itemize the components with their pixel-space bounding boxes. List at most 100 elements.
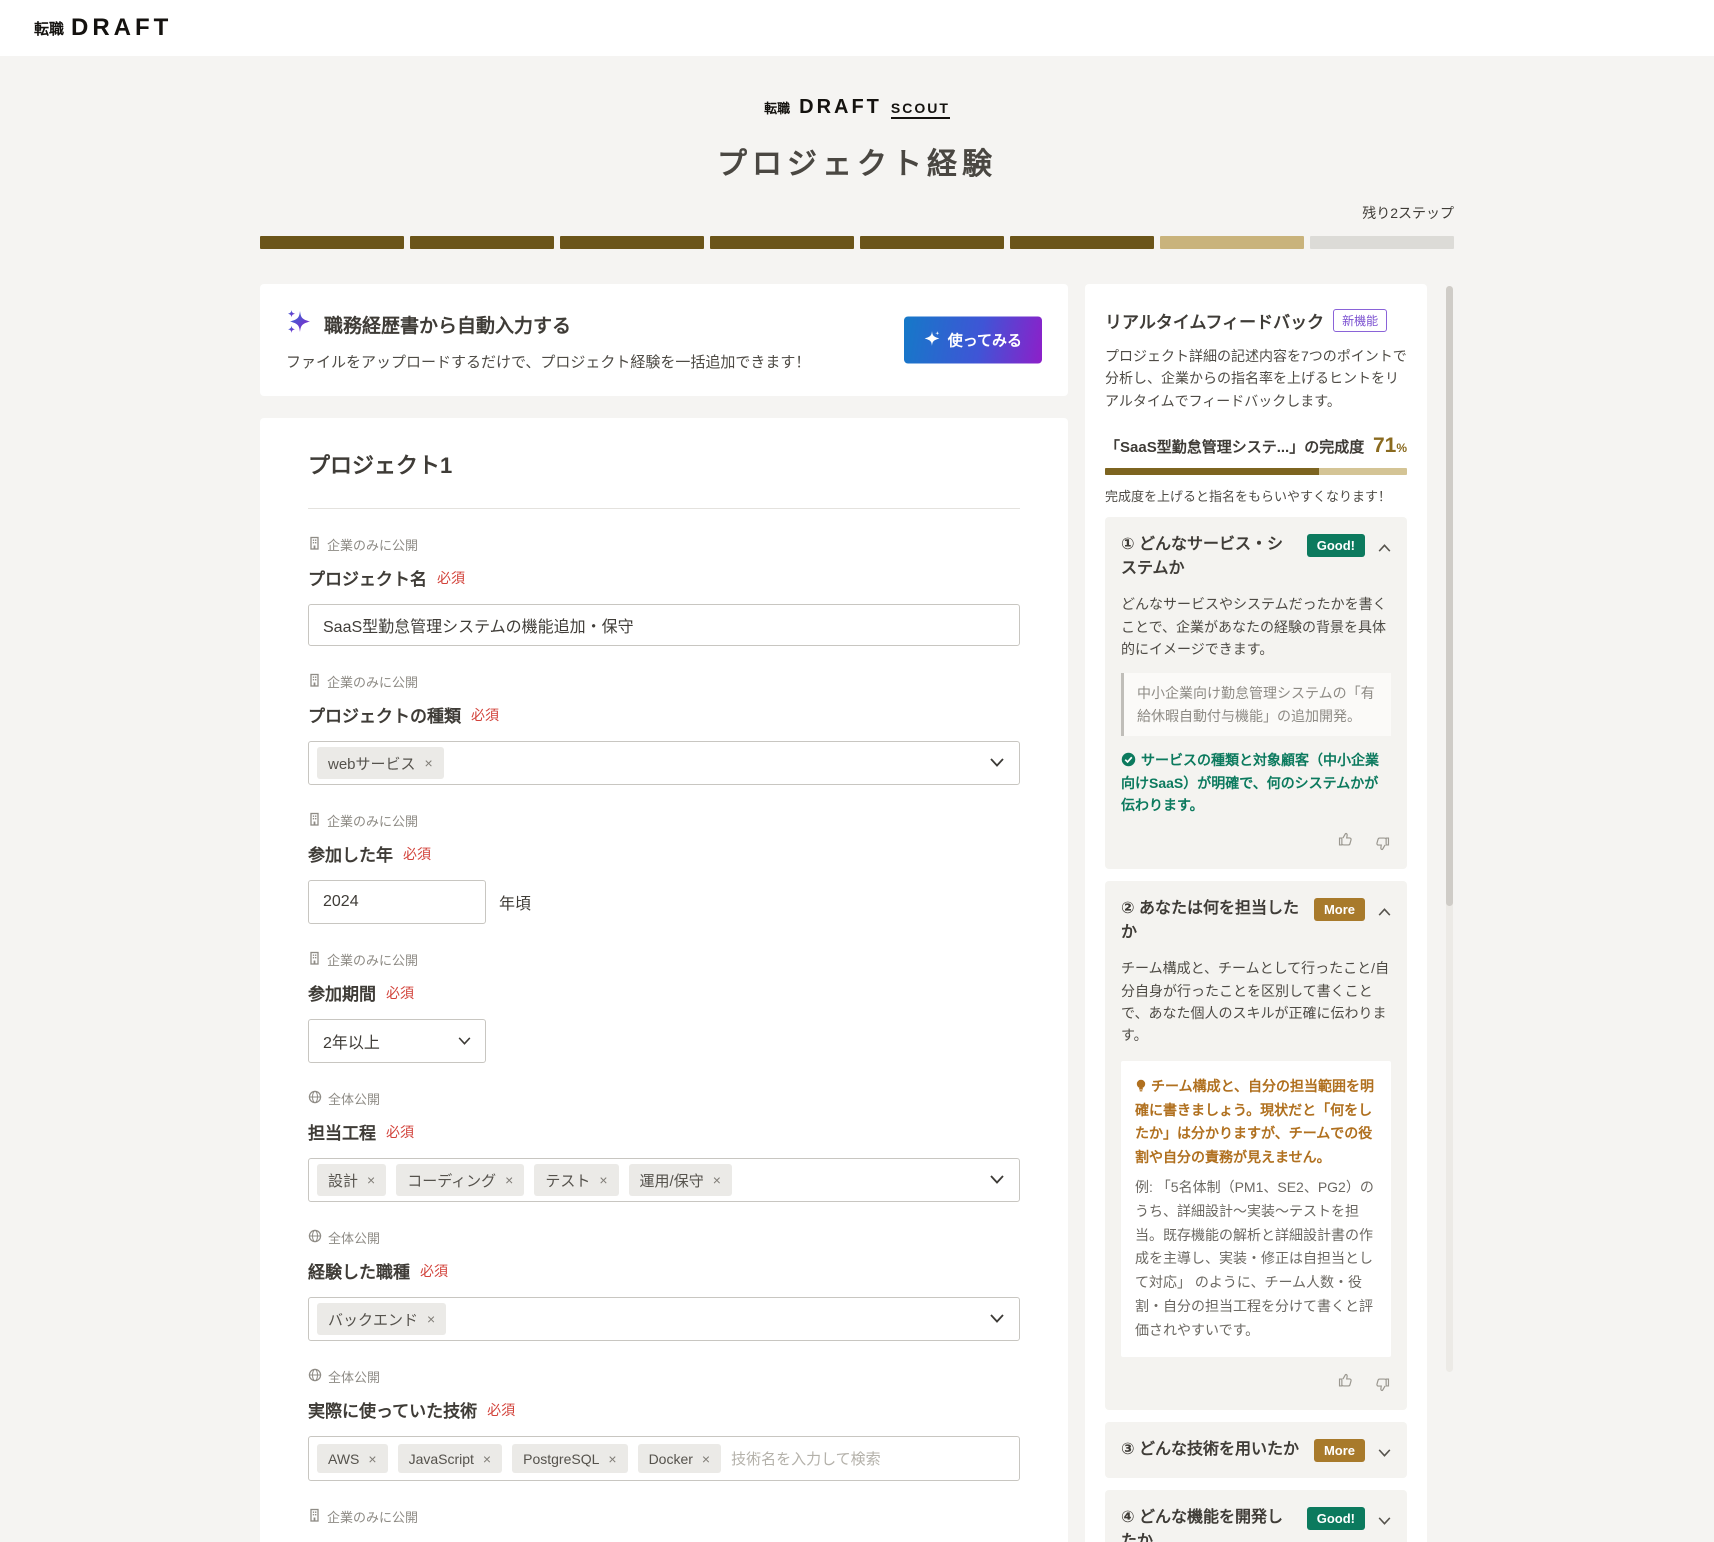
feedback-title: リアルタイムフィードバック: [1105, 313, 1325, 332]
project-form-card: プロジェクト1 企業のみに公開 プロジェクト名 必須 SaaS型勤怠管理システム…: [260, 418, 1068, 1542]
remove-tag-icon[interactable]: ×: [368, 1451, 376, 1467]
remove-tag-icon[interactable]: ×: [425, 755, 433, 771]
join-year-suffix: 年頃: [499, 896, 532, 913]
status-badge: More: [1313, 1438, 1365, 1462]
remove-tag-icon[interactable]: ×: [483, 1451, 491, 1467]
autofill-title: 職務経歴書から自動入力する: [324, 315, 572, 337]
tag-chip: webサービス ×: [317, 747, 444, 779]
feedback-card: リアルタイムフィードバック 新機能 プロジェクト詳細の記述内容を7つのポイントで…: [1085, 284, 1427, 1542]
section-title: ① どんなサービス・システムか: [1121, 536, 1283, 578]
roles-select[interactable]: バックエンド ×: [308, 1297, 1020, 1341]
thumbs-down-icon[interactable]: [1373, 830, 1391, 853]
technologies-input[interactable]: AWS × JavaScript × PostgreSQL × Docker × 技術名…: [308, 1436, 1020, 1481]
completion-fill: [1105, 468, 1320, 476]
status-badge: More: [1313, 898, 1365, 922]
join-year-input[interactable]: 2024: [308, 880, 486, 924]
required-badge: 必須: [420, 1262, 448, 1279]
project-type-label: プロジェクトの種類: [308, 707, 461, 726]
progress-segment: [260, 236, 404, 249]
site-logo[interactable]: 転職 DRAFT: [34, 14, 172, 42]
site-logo-main: DRAFT: [71, 14, 173, 41]
section-header[interactable]: ② あなたは何を担当したか More: [1121, 897, 1391, 945]
remove-tag-icon[interactable]: ×: [505, 1172, 513, 1188]
building-icon: [308, 812, 321, 829]
field-project-detail: 企業のみに公開 プロジェクト詳細 必須 あなたの実力を伝えるために、プロジェクト…: [308, 1507, 1020, 1542]
visibility-text: 全体公開: [328, 1092, 381, 1107]
chevron-down-icon[interactable]: [990, 754, 1004, 772]
section-quote: 中小企業向け勤怠管理システムの「有給休暇自動付与機能」の追加開発。: [1121, 673, 1391, 737]
chevron-down-icon[interactable]: [1378, 1444, 1391, 1462]
remove-tag-icon[interactable]: ×: [702, 1451, 710, 1467]
chevron-down-icon[interactable]: [1378, 1512, 1391, 1530]
section-header[interactable]: ④ どんな機能を開発したか Good!: [1121, 1506, 1391, 1542]
join-year-label: 参加した年: [308, 846, 393, 865]
topbar: 転職 DRAFT: [0, 0, 1714, 56]
completion-note: 完成度を上げると指名をもらいやすくなります！: [1105, 489, 1392, 505]
check-circle-icon: [1121, 752, 1136, 767]
building-icon: [308, 1508, 321, 1525]
tag-label: webサービス: [328, 755, 416, 773]
project-section-title: プロジェクト1: [308, 453, 453, 478]
try-autofill-button[interactable]: 使ってみる: [903, 316, 1042, 364]
advice-text: チーム構成と、自分の担当範囲を明確に書きましょう。現状だと「何をしたか」は分かり…: [1135, 1077, 1375, 1166]
section-title: ④ どんな機能を開発したか: [1121, 1508, 1283, 1542]
processes-select[interactable]: 設計 × コーディング × テスト × 運用/保守 ×: [308, 1158, 1020, 1202]
visibility-text: 企業のみに公開: [327, 675, 419, 690]
tag-label: コーディング: [407, 1172, 497, 1190]
section-body: チーム構成と、チームとして行ったこと/自分自身が行ったことを区別して書くことで、…: [1121, 960, 1390, 1044]
field-roles: 全体公開 経験した職種 必須 バックエンド ×: [308, 1228, 1020, 1341]
sidebar-scrollbar-thumb[interactable]: [1446, 286, 1453, 906]
status-badge: Good!: [1306, 1506, 1365, 1530]
required-badge: 必須: [471, 706, 499, 723]
tag-label: 設計: [328, 1172, 359, 1190]
globe-icon: [308, 1090, 322, 1107]
thumbs-up-icon[interactable]: [1337, 1371, 1355, 1394]
feedback-section-technology: ③ どんな技術を用いたか More: [1105, 1421, 1407, 1478]
status-badge: Good!: [1306, 534, 1365, 558]
feedback-sidebar: リアルタイムフィードバック 新機能 プロジェクト詳細の記述内容を7つのポイントで…: [1085, 284, 1454, 1542]
required-badge: 必須: [386, 1123, 414, 1140]
sparkle-icon: [286, 308, 313, 340]
progress-segment: [560, 236, 704, 249]
feedback-section-responsibility: ② あなたは何を担当したか More チーム構成と、チームとして行ったこと/自分…: [1105, 881, 1407, 1410]
scout-logo-main: DRAFT: [799, 96, 882, 118]
chevron-down-icon[interactable]: [990, 1310, 1004, 1328]
tag-label: Docker: [648, 1450, 693, 1467]
required-badge: 必須: [403, 845, 431, 862]
join-period-select[interactable]: 2年以上: [308, 1019, 486, 1063]
feedback-description: プロジェクト詳細の記述内容を7つのポイントで分析し、企業からの指名率を上げるヒン…: [1105, 348, 1407, 409]
visibility-text: 全体公開: [328, 1231, 381, 1246]
page-title: プロジェクト経験: [717, 148, 997, 181]
required-badge: 必須: [437, 569, 465, 586]
tag-chip: コーディング ×: [396, 1164, 525, 1196]
chevron-up-icon[interactable]: [1378, 903, 1391, 921]
building-icon: [308, 673, 321, 690]
visibility-text: 企業のみに公開: [327, 538, 419, 553]
feedback-section-features: ④ どんな機能を開発したか Good!: [1105, 1489, 1407, 1542]
project-type-select[interactable]: webサービス ×: [308, 741, 1020, 785]
field-project-name: 企業のみに公開 プロジェクト名 必須 SaaS型勤怠管理システムの機能追加・保守: [308, 535, 1020, 646]
visibility-public-label: 全体公開: [308, 1228, 1020, 1247]
project-detail-label: プロジェクト詳細: [308, 1537, 444, 1542]
join-period-value: 2年以上: [323, 1035, 380, 1052]
field-join-period: 企業のみに公開 参加期間 必須 2年以上: [308, 950, 1020, 1063]
remove-tag-icon[interactable]: ×: [713, 1172, 721, 1188]
join-year-value: 2024: [323, 893, 359, 910]
section-header[interactable]: ③ どんな技術を用いたか More: [1121, 1438, 1391, 1462]
completion-label: 「SaaS型勤怠管理システ...」の完成度: [1105, 439, 1365, 457]
remove-tag-icon[interactable]: ×: [599, 1172, 607, 1188]
section-header[interactable]: ① どんなサービス・システムか Good!: [1121, 533, 1391, 581]
thumbs-down-icon[interactable]: [1373, 1371, 1391, 1394]
project-name-input[interactable]: SaaS型勤怠管理システムの機能追加・保守: [308, 604, 1020, 646]
building-icon: [308, 951, 321, 968]
remove-tag-icon[interactable]: ×: [608, 1451, 616, 1467]
chevron-up-icon[interactable]: [1378, 539, 1391, 557]
chevron-down-icon[interactable]: [990, 1171, 1004, 1189]
sidebar-scrollbar[interactable]: [1446, 286, 1453, 1372]
visibility-public-label: 全体公開: [308, 1089, 1020, 1108]
remove-tag-icon[interactable]: ×: [367, 1172, 375, 1188]
thumbs-up-icon[interactable]: [1337, 830, 1355, 853]
progress-segment: [860, 236, 1004, 249]
remove-tag-icon[interactable]: ×: [427, 1311, 435, 1327]
section-positive: サービスの種類と対象顧客（中小企業向けSaaS）が明確で、何のシステムかが伝わり…: [1121, 752, 1379, 813]
